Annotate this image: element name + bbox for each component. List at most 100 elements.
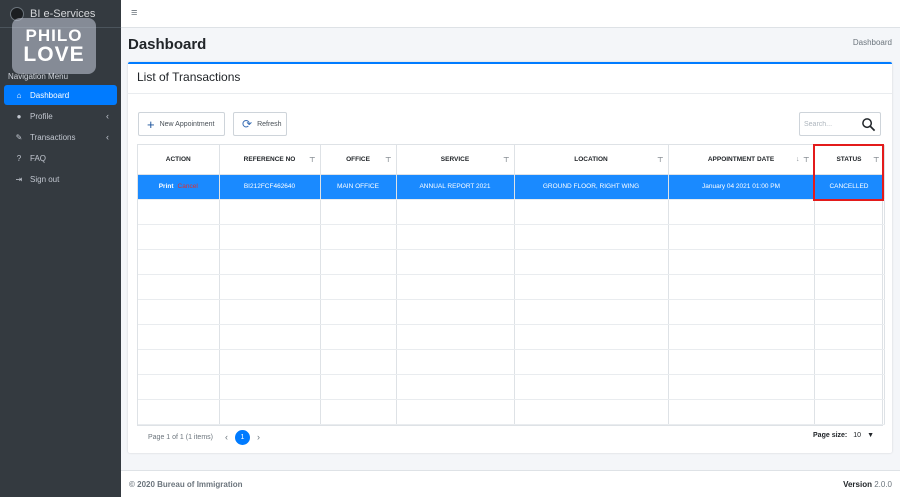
cell-location: GROUND FLOOR, RIGHT WING bbox=[514, 174, 669, 200]
refresh-icon: ⟳ bbox=[242, 117, 253, 131]
column-header-reference-no[interactable]: REFERENCE NO ⊤ bbox=[219, 145, 321, 175]
search-input[interactable] bbox=[804, 120, 862, 128]
nav-menu: ⌂ Dashboard ● Profile ‹ ✎ Transactions ‹… bbox=[4, 85, 117, 190]
version-label: Version bbox=[843, 479, 872, 489]
page-size-value[interactable]: 10 bbox=[853, 432, 861, 439]
transactions-card: List of Transactions + New Appointment ⟳… bbox=[128, 62, 892, 453]
empty-cell bbox=[396, 374, 515, 400]
sidebar-item-label: Sign out bbox=[30, 174, 60, 184]
empty-cell bbox=[219, 399, 321, 425]
empty-cell bbox=[514, 274, 669, 300]
empty-cell bbox=[814, 324, 885, 350]
filter-icon[interactable]: ⊤ bbox=[385, 156, 391, 164]
column-header-appointment-date[interactable]: APPOINTMENT DATE ↓ ⊤ bbox=[668, 145, 815, 175]
sidebar: BI e-Services PHILO LOVE Navigation Menu… bbox=[0, 0, 121, 497]
column-header-office[interactable]: OFFICE ⊤ bbox=[320, 145, 397, 175]
version-value: 2.0.0 bbox=[874, 479, 892, 489]
column-header-label: STATUS bbox=[836, 155, 862, 163]
sort-down-icon[interactable]: ↓ bbox=[796, 156, 800, 163]
page-button[interactable]: 1 bbox=[234, 429, 250, 445]
empty-cell bbox=[320, 199, 397, 225]
column-header-label: OFFICE bbox=[346, 155, 370, 163]
nav-header: Navigation Menu bbox=[8, 72, 69, 81]
table-row[interactable]: Print Cancel BI212FCF462640 MAIN OFFICE A… bbox=[138, 174, 885, 200]
refresh-button[interactable]: ⟳ Refresh bbox=[233, 112, 287, 136]
sidebar-item-label: Dashboard bbox=[30, 90, 70, 100]
empty-cell bbox=[514, 374, 669, 400]
empty-cell bbox=[219, 199, 321, 225]
column-header-service[interactable]: SERVICE ⊤ bbox=[396, 145, 515, 175]
sidebar-item-label: Transactions bbox=[30, 132, 76, 142]
empty-cell bbox=[396, 299, 515, 325]
refresh-label: Refresh bbox=[257, 120, 282, 128]
empty-cell bbox=[814, 249, 885, 275]
chevron-left-icon: ‹ bbox=[106, 111, 109, 121]
empty-cell bbox=[320, 299, 397, 325]
empty-cell bbox=[668, 349, 815, 375]
sidebar-item-faq[interactable]: ? FAQ bbox=[4, 148, 117, 168]
empty-cell bbox=[814, 399, 885, 425]
empty-cell bbox=[138, 274, 220, 300]
empty-cell bbox=[668, 249, 815, 275]
empty-cell bbox=[668, 399, 815, 425]
empty-cell bbox=[514, 199, 669, 225]
empty-cell bbox=[668, 274, 815, 300]
empty-cell bbox=[138, 199, 220, 225]
cancel-link[interactable]: Cancel bbox=[178, 183, 198, 190]
column-header-label: APPOINTMENT DATE bbox=[707, 155, 775, 163]
empty-cell bbox=[138, 299, 220, 325]
hamburger-menu-icon[interactable]: ≡ bbox=[131, 7, 137, 19]
question-icon: ? bbox=[16, 153, 22, 163]
empty-row bbox=[138, 249, 885, 275]
chevron-right-icon[interactable]: › bbox=[257, 432, 260, 442]
empty-cell bbox=[138, 324, 220, 350]
empty-cell bbox=[138, 249, 220, 275]
page-size-selector[interactable]: Page size: 10 ▼ bbox=[813, 432, 874, 439]
empty-cell bbox=[396, 249, 515, 275]
empty-cell bbox=[396, 349, 515, 375]
sidebar-item-transactions[interactable]: ✎ Transactions ‹ bbox=[4, 127, 117, 147]
empty-cell bbox=[219, 374, 321, 400]
search-icon[interactable] bbox=[861, 117, 876, 132]
filter-icon[interactable]: ⊤ bbox=[657, 156, 663, 164]
empty-cell bbox=[219, 349, 321, 375]
filter-icon[interactable]: ⊤ bbox=[803, 156, 809, 164]
new-appointment-label: New Appointment bbox=[159, 120, 215, 128]
user-icon: ● bbox=[16, 111, 22, 121]
cell-service: ANNUAL REPORT 2021 bbox=[396, 174, 515, 200]
caret-down-icon[interactable]: ▼ bbox=[867, 432, 874, 439]
sidebar-item-profile[interactable]: ● Profile ‹ bbox=[4, 106, 117, 126]
filter-icon[interactable]: ⊤ bbox=[309, 156, 315, 164]
sidebar-item-label: Profile bbox=[30, 111, 53, 121]
watermark-logo: PHILO LOVE bbox=[12, 18, 96, 74]
column-header-status[interactable]: STATUS ⊤ bbox=[814, 145, 885, 175]
cell-reference-no: BI212FCF462640 bbox=[219, 174, 321, 200]
empty-cell bbox=[514, 249, 669, 275]
filter-icon[interactable]: ⊤ bbox=[503, 156, 509, 164]
sidebar-item-dashboard[interactable]: ⌂ Dashboard bbox=[4, 85, 117, 105]
search-box bbox=[799, 112, 881, 136]
empty-cell bbox=[320, 374, 397, 400]
cell-office: MAIN OFFICE bbox=[320, 174, 397, 200]
chevron-left-icon[interactable]: ‹ bbox=[225, 432, 228, 442]
empty-cell bbox=[320, 399, 397, 425]
sidebar-item-sign-out[interactable]: ⇥ Sign out bbox=[4, 169, 117, 189]
chevron-left-icon: ‹ bbox=[106, 132, 109, 142]
empty-cell bbox=[668, 299, 815, 325]
pager: Page 1 of 1 (1 items) ‹ 1 › Page size: 1… bbox=[137, 423, 883, 451]
print-link[interactable]: Print bbox=[159, 183, 174, 190]
empty-cell bbox=[320, 274, 397, 300]
card-title: List of Transactions bbox=[137, 70, 241, 84]
column-header-location[interactable]: LOCATION ⊤ bbox=[514, 145, 669, 175]
filter-icon[interactable]: ⊤ bbox=[873, 156, 879, 164]
empty-row bbox=[138, 199, 885, 225]
empty-row bbox=[138, 399, 885, 425]
cell-appointment-date: January 04 2021 01:00 PM bbox=[668, 174, 815, 200]
empty-cell bbox=[814, 274, 885, 300]
empty-row bbox=[138, 299, 885, 325]
new-appointment-button[interactable]: + New Appointment bbox=[138, 112, 225, 136]
breadcrumb[interactable]: Dashboard bbox=[853, 38, 892, 47]
empty-cell bbox=[668, 374, 815, 400]
empty-cell bbox=[320, 324, 397, 350]
column-header-action[interactable]: ACTION bbox=[138, 145, 220, 175]
